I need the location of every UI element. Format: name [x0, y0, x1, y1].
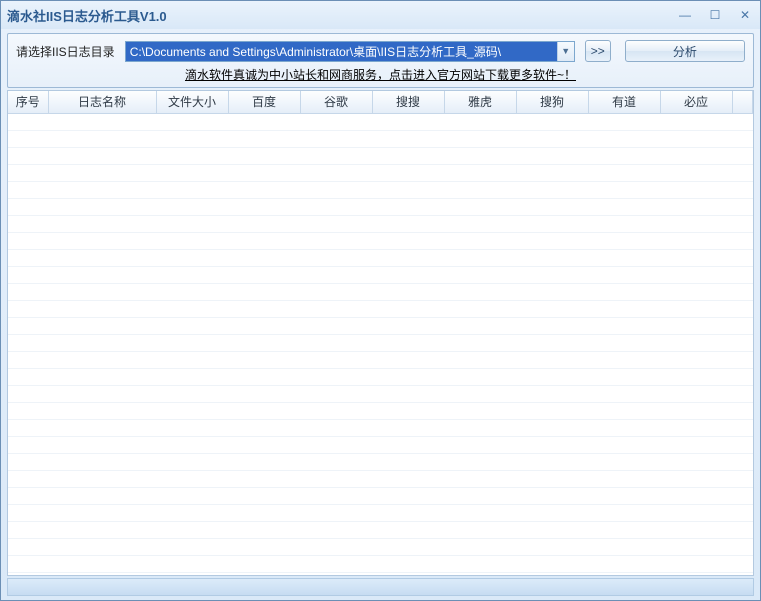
th-bing[interactable]: 必应	[660, 91, 732, 113]
directory-label: 请选择IIS日志目录	[16, 43, 115, 60]
table-row	[8, 334, 753, 351]
table-row	[8, 215, 753, 232]
th-baidu[interactable]: 百度	[228, 91, 300, 113]
th-filesize[interactable]: 文件大小	[156, 91, 228, 113]
close-button[interactable]: ✕	[736, 8, 754, 22]
table-row	[8, 572, 753, 575]
th-soso[interactable]: 搜搜	[372, 91, 444, 113]
table-row	[8, 385, 753, 402]
analyze-button[interactable]: 分析	[625, 40, 745, 62]
table-row	[8, 283, 753, 300]
table-row	[8, 249, 753, 266]
promo-text: 滴水软件真诚为中小站长和网商服务，点击进入官方网站下载更多软件~！	[16, 66, 745, 83]
titlebar: 滴水社IIS日志分析工具V1.0 — ☐ ✕	[1, 1, 760, 29]
table-header-row: 序号 日志名称 文件大小 百度 谷歌 搜搜 雅虎 搜狗 有道 必应	[8, 91, 753, 113]
table-row	[8, 130, 753, 147]
browse-button[interactable]: >>	[585, 40, 611, 62]
table-row	[8, 555, 753, 572]
table-row	[8, 368, 753, 385]
maximize-button[interactable]: ☐	[706, 8, 724, 22]
minimize-button[interactable]: —	[676, 8, 694, 22]
table-row	[8, 317, 753, 334]
th-google[interactable]: 谷歌	[300, 91, 372, 113]
table-row	[8, 198, 753, 215]
table-row	[8, 402, 753, 419]
table-row	[8, 504, 753, 521]
toolbar: 请选择IIS日志目录 C:\Documents and Settings\Adm…	[7, 33, 754, 88]
table-row	[8, 266, 753, 283]
table-row	[8, 521, 753, 538]
table-row	[8, 436, 753, 453]
log-table: 序号 日志名称 文件大小 百度 谷歌 搜搜 雅虎 搜狗 有道 必应	[8, 91, 753, 575]
statusbar	[7, 578, 754, 596]
toolbar-row: 请选择IIS日志目录 C:\Documents and Settings\Adm…	[16, 40, 745, 62]
table-scroll[interactable]: 序号 日志名称 文件大小 百度 谷歌 搜搜 雅虎 搜狗 有道 必应	[8, 91, 753, 575]
app-window: 滴水社IIS日志分析工具V1.0 — ☐ ✕ 请选择IIS日志目录 C:\Doc…	[0, 0, 761, 601]
th-yahoo[interactable]: 雅虎	[444, 91, 516, 113]
window-title: 滴水社IIS日志分析工具V1.0	[7, 6, 676, 25]
table-row	[8, 419, 753, 436]
path-combobox[interactable]: C:\Documents and Settings\Administrator\…	[125, 41, 575, 62]
th-sogou[interactable]: 搜狗	[516, 91, 588, 113]
table-panel: 序号 日志名称 文件大小 百度 谷歌 搜搜 雅虎 搜狗 有道 必应	[7, 90, 754, 576]
table-row	[8, 351, 753, 368]
table-body	[8, 113, 753, 575]
th-spacer	[732, 91, 753, 113]
promo-link[interactable]: 滴水软件真诚为中小站长和网商服务，点击进入官方网站下载更多软件~！	[185, 68, 576, 82]
th-youdao[interactable]: 有道	[588, 91, 660, 113]
table-row	[8, 300, 753, 317]
table-row	[8, 147, 753, 164]
table-row	[8, 164, 753, 181]
window-controls: — ☐ ✕	[676, 8, 754, 22]
table-row	[8, 181, 753, 198]
table-row	[8, 538, 753, 555]
th-index[interactable]: 序号	[8, 91, 48, 113]
table-row	[8, 232, 753, 249]
th-logname[interactable]: 日志名称	[48, 91, 156, 113]
table-row	[8, 113, 753, 130]
path-value: C:\Documents and Settings\Administrator\…	[126, 42, 557, 61]
table-row	[8, 487, 753, 504]
chevron-down-icon[interactable]: ▼	[557, 42, 574, 61]
table-row	[8, 470, 753, 487]
table-row	[8, 453, 753, 470]
